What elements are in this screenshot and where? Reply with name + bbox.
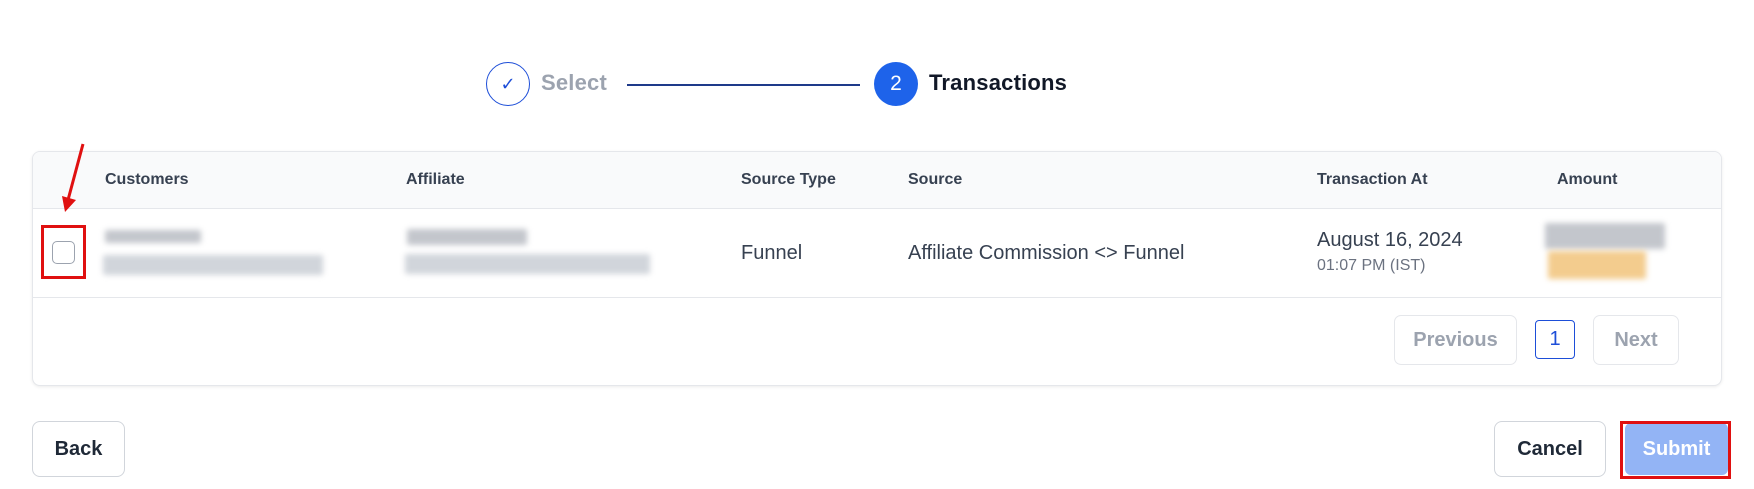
table-header: Customers Affiliate Source Type Source T… xyxy=(33,152,1721,209)
transaction-date: August 16, 2024 xyxy=(1317,229,1463,251)
header-affiliate: Affiliate xyxy=(406,171,465,188)
step-connector xyxy=(627,84,860,86)
step-2-label: Transactions xyxy=(929,70,1068,95)
stepper: ✓ Select 2 Transactions xyxy=(486,62,1076,106)
header-source-type: Source Type xyxy=(741,171,836,188)
table-row: Funnel Affiliate Commission <> Funnel Au… xyxy=(33,209,1721,298)
next-page-button[interactable]: Next xyxy=(1593,315,1679,365)
transaction-time: 01:07 PM (IST) xyxy=(1317,257,1426,274)
submit-button[interactable]: Submit xyxy=(1625,423,1728,475)
row-select-checkbox[interactable] xyxy=(52,241,75,264)
step-1-label: Select xyxy=(541,70,608,95)
header-amount: Amount xyxy=(1557,171,1618,188)
step-2-number: 2 xyxy=(874,62,918,106)
source-cell: Affiliate Commission <> Funnel xyxy=(908,242,1185,264)
previous-page-button[interactable]: Previous xyxy=(1394,315,1517,365)
back-button[interactable]: Back xyxy=(32,421,125,477)
header-transaction-at: Transaction At xyxy=(1317,171,1428,188)
page-number-button[interactable]: 1 xyxy=(1535,320,1575,359)
source-type-cell: Funnel xyxy=(741,242,803,264)
cancel-button[interactable]: Cancel xyxy=(1494,421,1606,477)
header-customers: Customers xyxy=(105,171,189,188)
step-1-check-icon: ✓ xyxy=(486,62,530,106)
transactions-table: Customers Affiliate Source Type Source T… xyxy=(32,151,1722,386)
check-icon: ✓ xyxy=(500,73,516,94)
header-source: Source xyxy=(908,171,963,188)
